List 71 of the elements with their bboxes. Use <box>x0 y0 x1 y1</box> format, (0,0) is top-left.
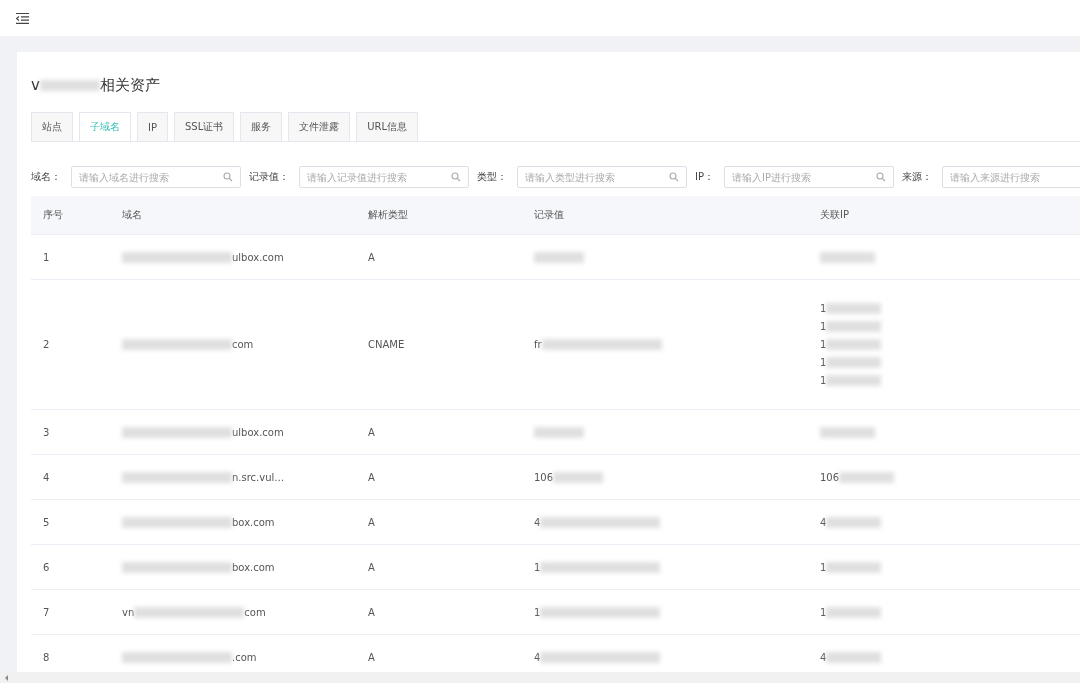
row-number: 3 <box>42 426 51 438</box>
column-header: 解析类型 <box>367 208 409 222</box>
record-type: CNAME <box>367 339 406 350</box>
column-header: 关联IP <box>819 208 850 222</box>
domain-text: n.src.vul… <box>232 471 285 483</box>
domain-text: com <box>244 606 266 618</box>
horizontal-scrollbar[interactable] <box>0 673 1080 683</box>
search-icon[interactable] <box>876 172 886 182</box>
ip-address: 1 <box>820 561 827 573</box>
record-value: fr <box>534 339 542 350</box>
menu-icon[interactable] <box>16 12 29 24</box>
scroll-left-icon[interactable] <box>4 675 10 681</box>
ip-address: 1 <box>820 357 827 368</box>
row-number: 1 <box>42 251 51 263</box>
search-field[interactable]: 请输入类型进行搜索 <box>517 166 687 188</box>
search-field[interactable]: 请输入域名进行搜索 <box>71 166 241 188</box>
domain-text: com <box>232 339 254 350</box>
record-type: A <box>367 651 376 663</box>
search-field[interactable]: 请输入IP进行搜索 <box>724 166 894 188</box>
search-icon[interactable] <box>223 172 233 182</box>
domain-text: .com <box>232 651 257 663</box>
row-number: 4 <box>42 471 51 483</box>
filter-label: 域名： <box>31 170 61 184</box>
domain-text: box.com <box>232 516 275 528</box>
column-header: 序号 <box>42 208 64 222</box>
search-field[interactable]: 请输入来源进行搜索 <box>942 166 1080 188</box>
record-value: 4 <box>534 651 541 663</box>
row-number: 5 <box>42 516 51 528</box>
domain-text: ulbox.com <box>232 251 284 263</box>
row-number: 2 <box>42 339 51 350</box>
ip-address: 4 <box>820 516 827 528</box>
domain-text: box.com <box>232 561 275 573</box>
search-field[interactable]: 请输入记录值进行搜索 <box>299 166 469 188</box>
ip-address: 4 <box>820 651 827 663</box>
domain-text: vn <box>122 606 135 618</box>
record-value: 1 <box>534 561 541 573</box>
row-number: 7 <box>42 606 51 618</box>
record-type: A <box>367 251 376 263</box>
tab[interactable]: 服务 <box>240 112 283 141</box>
filter-label: 类型： <box>477 170 507 184</box>
search-icon[interactable] <box>451 172 461 182</box>
page-title: 相关资产 <box>99 75 160 95</box>
filter-label: 来源： <box>902 170 932 184</box>
record-type: A <box>367 471 376 483</box>
search-icon[interactable] <box>669 172 679 182</box>
filter-label: 记录值： <box>249 170 289 184</box>
record-type: A <box>367 606 376 618</box>
record-type: A <box>367 426 376 438</box>
record-value: 1 <box>534 606 541 618</box>
row-number: 6 <box>42 561 51 573</box>
record-value: 4 <box>534 516 541 528</box>
ip-address: 1 <box>820 303 827 314</box>
tab[interactable]: 文件泄露 <box>288 112 351 141</box>
filter-label: IP： <box>695 170 714 184</box>
ip-address: 1 <box>820 375 827 386</box>
row-number: 8 <box>42 651 51 663</box>
column-header: 域名 <box>121 208 143 222</box>
tab[interactable]: URL信息 <box>356 112 419 141</box>
page-title: v <box>31 76 40 94</box>
column-header: 记录值 <box>533 208 565 222</box>
ip-address: 106 <box>820 471 840 483</box>
ip-address: 1 <box>820 321 827 332</box>
record-type: A <box>367 516 376 528</box>
record-type: A <box>367 561 376 573</box>
ip-address: 1 <box>820 606 827 618</box>
ip-address: 1 <box>820 339 827 350</box>
tab[interactable]: 站点 <box>31 112 73 141</box>
domain-text: ulbox.com <box>232 426 284 438</box>
record-value: 106 <box>534 471 554 483</box>
tab[interactable]: SSL证书 <box>174 112 235 141</box>
tab[interactable]: IP <box>137 112 168 141</box>
